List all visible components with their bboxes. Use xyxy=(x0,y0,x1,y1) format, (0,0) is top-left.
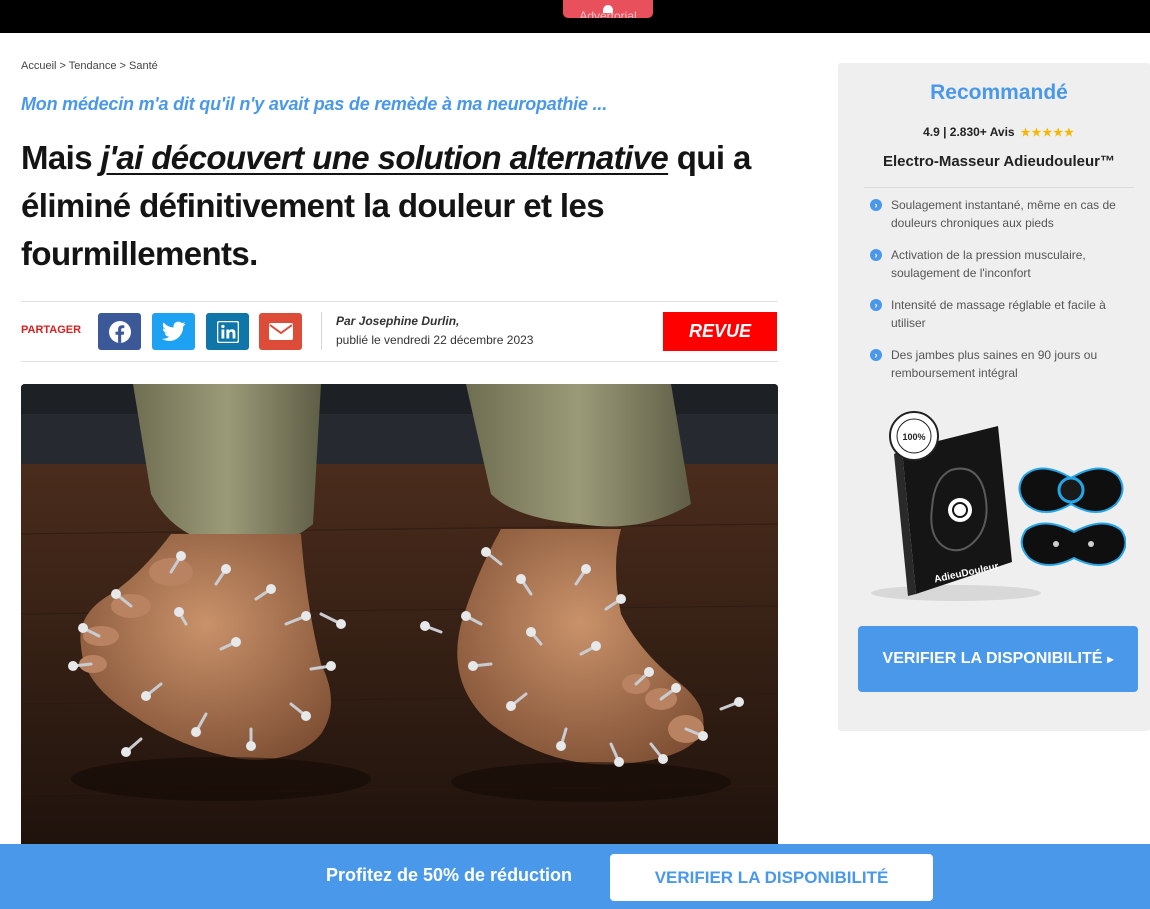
feature-text: Soulagement instantané, même en cas de d… xyxy=(891,198,1116,230)
bottom-check-availability-button[interactable]: VERIFIER LA DISPONIBILITÉ xyxy=(610,854,933,901)
email-icon xyxy=(268,323,293,340)
feature-item: › Intensité de massage réglable et facile… xyxy=(870,296,1130,346)
share-label: PARTAGER xyxy=(21,324,82,336)
recommended-sidebar: Recommandé 4.9 | 2.830+ Avis ★★★★★ Electr… xyxy=(838,63,1150,731)
chevron-right-icon: › xyxy=(870,249,882,261)
linkedin-icon xyxy=(216,320,239,343)
headline-emphasis: j'ai découvert une solution alternative xyxy=(100,139,669,176)
chevron-right-icon: › xyxy=(870,349,882,361)
chevron-right-icon: › xyxy=(870,199,882,211)
sidebar-title: Recommandé xyxy=(930,81,1068,104)
twitter-share-button[interactable] xyxy=(152,313,195,350)
play-arrow-icon: ▸ xyxy=(1107,652,1114,666)
feature-text: Intensité de massage réglable et facile … xyxy=(891,298,1106,330)
revue-badge: REVUE xyxy=(663,312,777,351)
sidebar-divider xyxy=(864,187,1134,188)
product-rating: 4.9 | 2.830+ Avis ★★★★★ xyxy=(838,125,1150,139)
feature-item: › Des jambes plus saines en 90 jours ou r… xyxy=(870,346,1130,396)
feature-list: › Soulagement instantané, même en cas de … xyxy=(870,196,1130,396)
feature-text: Des jambes plus saines en 90 jours ou re… xyxy=(891,348,1098,380)
sticky-promo-bar: Profitez de 50% de réduction VERIFIER LA… xyxy=(0,844,1150,909)
guarantee-seal-text: 100% xyxy=(902,432,925,442)
linkedin-share-button[interactable] xyxy=(206,313,249,350)
chevron-right-icon: › xyxy=(870,299,882,311)
email-share-button[interactable] xyxy=(259,313,302,350)
promo-text: Profitez de 50% de réduction xyxy=(326,865,573,885)
author-divider xyxy=(321,312,322,350)
feature-item: › Activation de la pression musculaire, s… xyxy=(870,246,1130,296)
check-availability-label: VERIFIER LA DISPONIBILITÉ xyxy=(882,650,1103,667)
product-name: Electro-Masseur Adieudouleur™ xyxy=(883,153,1115,170)
feet-with-pins-illustration xyxy=(21,384,778,854)
top-bar: Advertorial xyxy=(0,0,1150,33)
facebook-icon xyxy=(108,320,131,343)
product-image: AdieuDouleur 100% xyxy=(866,408,1127,604)
feature-item: › Soulagement instantané, même en cas de … xyxy=(870,196,1130,246)
rating-stars: ★★★★★ xyxy=(1020,127,1075,139)
check-availability-button[interactable]: VERIFIER LA DISPONIBILITÉ ▸ xyxy=(858,626,1138,692)
article-headline: Mais j'ai découvert une solution alterna… xyxy=(21,134,781,278)
share-bar: PARTAGER Par Josephine Durlin, publié le… xyxy=(21,301,778,362)
facebook-share-button[interactable] xyxy=(98,313,141,350)
electro-massager-package-illustration: AdieuDouleur 100% xyxy=(871,411,1127,601)
hero-image xyxy=(21,384,778,854)
publish-date: publié le vendredi 22 décembre 2023 xyxy=(336,333,534,347)
twitter-icon xyxy=(161,321,186,341)
breadcrumb[interactable]: Accueil > Tendance > Santé xyxy=(21,60,158,72)
article-kicker: Mon médecin m'a dit qu'il n'y avait pas … xyxy=(21,94,607,114)
rating-text: 4.9 | 2.830+ Avis xyxy=(923,125,1015,139)
headline-pre: Mais xyxy=(21,139,101,176)
author-byline: Par Josephine Durlin, xyxy=(336,314,460,328)
advertorial-label: Advertorial xyxy=(579,9,637,18)
feature-text: Activation de la pression musculaire, so… xyxy=(891,248,1086,280)
advertorial-tab: Advertorial xyxy=(563,0,653,18)
